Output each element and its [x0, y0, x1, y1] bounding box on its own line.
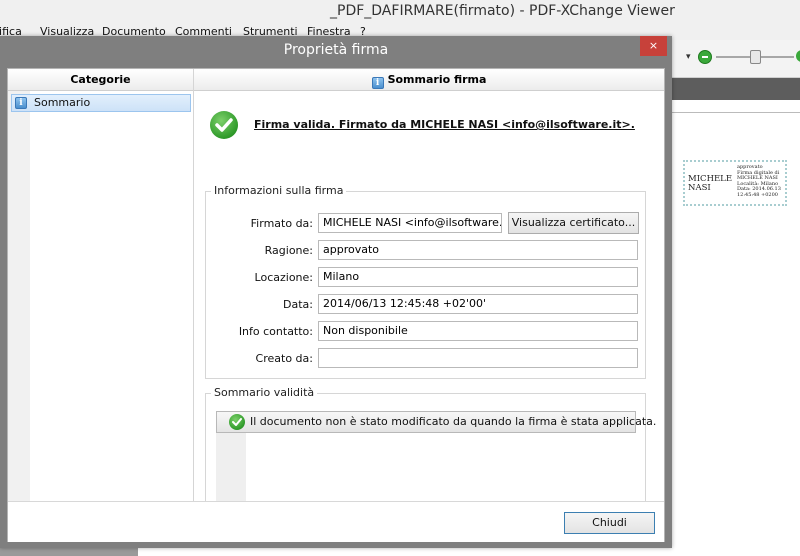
dialog-footer: Chiudi — [8, 501, 664, 542]
tree-item-label: Sommario — [34, 96, 91, 109]
validity-message: Il documento non è stato modificato da q… — [250, 415, 657, 428]
location-field[interactable]: Milano — [318, 267, 638, 287]
signature-info-group: Informazioni sulla firma Firmato da: MIC… — [205, 184, 646, 379]
stamp-detail-line: 12:45:48 +0200 — [737, 191, 778, 198]
validity-list-gutter — [216, 433, 246, 505]
validity-summary-group: Sommario validità Il documento non è sta… — [205, 386, 656, 513]
contact-info-field[interactable]: Non disponibile — [318, 321, 638, 341]
close-icon[interactable]: × — [640, 36, 667, 56]
summary-header-label: Sommario firma — [387, 73, 487, 86]
document-area-bottom — [138, 548, 672, 556]
contact-info-label: Info contatto: — [238, 325, 313, 338]
chevron-down-icon[interactable]: ▾ — [686, 52, 691, 62]
group-legend: Sommario validità — [211, 386, 318, 399]
stamp-name-line2: NASI — [688, 183, 711, 193]
info-icon: i — [15, 97, 27, 109]
location-label: Locazione: — [254, 271, 313, 284]
zoom-out-icon[interactable] — [698, 50, 712, 64]
signed-by-label: Firmato da: — [250, 217, 313, 230]
categories-header: Categorie — [8, 69, 193, 91]
tab-strip — [672, 78, 800, 100]
signature-stamp[interactable]: MICHELE NASI approvato Firma digitale di… — [683, 160, 787, 206]
created-by-field[interactable] — [318, 348, 638, 368]
summary-header: i Sommario firma — [194, 69, 664, 91]
signature-properties-dialog: Proprietà firma × Categorie i Sommario i… — [0, 36, 672, 548]
tree-item-sommario[interactable]: i Sommario — [11, 94, 191, 112]
signed-by-field[interactable]: MICHELE NASI <info@ilsoftware.it> — [318, 213, 502, 233]
view-certificate-button[interactable]: Visualizza certificato... — [508, 212, 639, 234]
check-circle-icon — [229, 414, 245, 430]
signature-status-row: Firma valida. Firmato da MICHELE NASI <i… — [210, 111, 650, 141]
stamp-details: approvato Firma digitale di MICHELE NASI… — [737, 164, 781, 199]
group-legend: Informazioni sulla firma — [211, 184, 347, 197]
date-field[interactable]: 2014/06/13 12:45:48 +02'00' — [318, 294, 638, 314]
check-circle-icon — [210, 111, 238, 139]
summary-pane: i Sommario firma Firma valida. Firmato da… — [194, 69, 664, 513]
app-titlebar: _PDF_DAFIRMARE(firmato) - PDF-XChange Vi… — [0, 0, 800, 22]
stamp-signer-name: MICHELE NASI — [688, 175, 732, 193]
dialog-title: Proprietà firma — [283, 42, 389, 58]
status-area — [0, 548, 138, 556]
zoom-slider-thumb[interactable] — [750, 50, 761, 64]
info-icon: i — [371, 77, 384, 89]
created-by-label: Creato da: — [255, 352, 313, 365]
page-divider — [672, 112, 800, 113]
signature-valid-link[interactable]: Firma valida. Firmato da MICHELE NASI <i… — [254, 118, 635, 131]
reason-field[interactable]: approvato — [318, 240, 638, 260]
tree-gutter — [8, 91, 30, 501]
close-dialog-button[interactable]: Chiudi — [564, 512, 655, 534]
reason-label: Ragione: — [264, 244, 313, 257]
date-label: Data: — [283, 298, 313, 311]
validity-status-item[interactable]: Il documento non è stato modificato da q… — [216, 411, 656, 433]
zoom-toolbar: ▾ — [672, 40, 800, 78]
categories-pane: Categorie i Sommario — [8, 69, 194, 501]
app-title: _PDF_DAFIRMARE(firmato) - PDF-XChange Vi… — [330, 3, 675, 19]
zoom-in-icon[interactable] — [796, 50, 800, 62]
dialog-body: Categorie i Sommario i Sommario firma Fir… — [7, 68, 665, 542]
